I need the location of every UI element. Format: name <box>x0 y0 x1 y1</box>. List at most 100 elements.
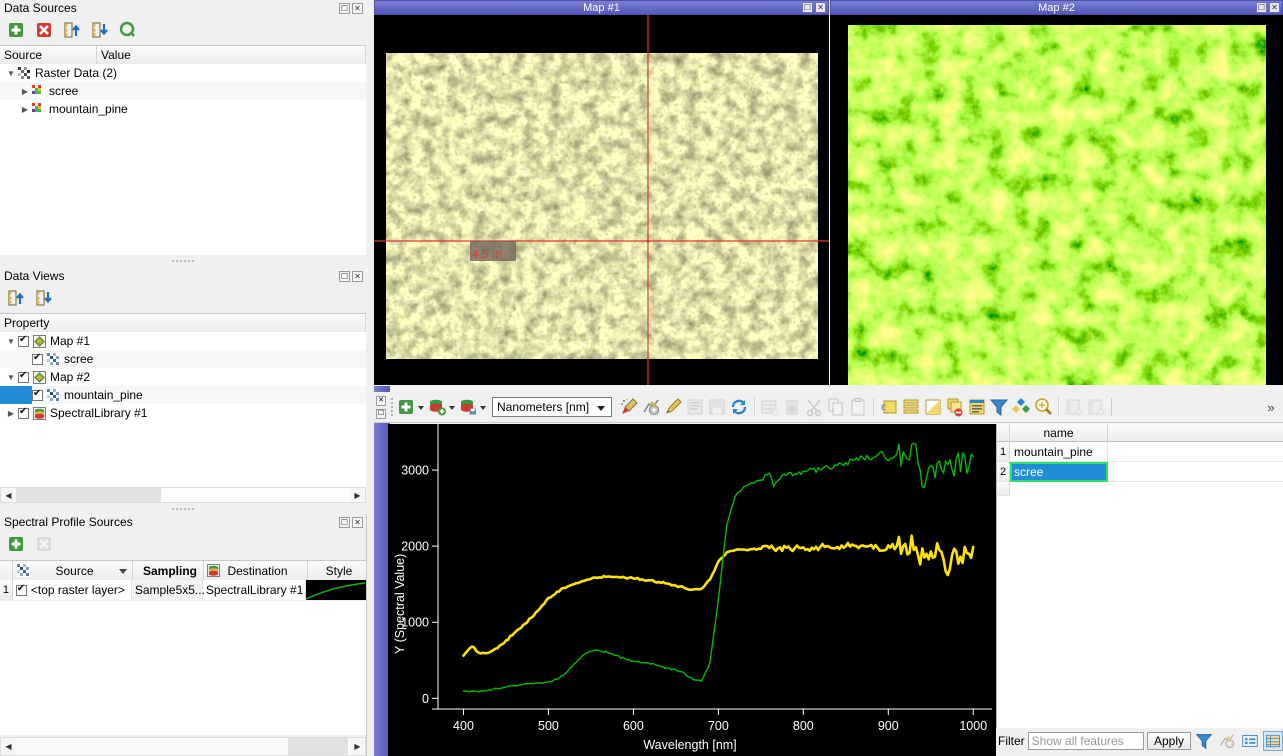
toolbar-dock-buttons[interactable]: ✕ ☐ <box>374 392 388 422</box>
destination-cell[interactable]: SpectralLibrary #1 <box>203 580 306 600</box>
import-speclib-icon[interactable] <box>426 396 448 418</box>
column-header-source[interactable]: Source <box>13 561 133 581</box>
new-field-icon[interactable] <box>1063 396 1085 418</box>
scroll-right-icon[interactable]: ▶ <box>350 738 365 755</box>
enabled-checkbox[interactable] <box>16 585 27 596</box>
find-icon[interactable] <box>117 19 139 41</box>
unit-combo[interactable]: Nanometers [nm] <box>492 397 612 417</box>
chevron-down-icon[interactable] <box>119 569 127 574</box>
scroll-left-icon[interactable]: ◀ <box>1 738 16 755</box>
data-views-tree[interactable]: Map #1 scree Map #2 <box>0 332 366 490</box>
filter-settings-icon[interactable] <box>1217 731 1237 751</box>
spectral-plot[interactable]: 0100020003000 4005006007008009001000 Y (… <box>388 424 992 756</box>
chevron-down-icon[interactable] <box>4 69 18 78</box>
filter-icon[interactable] <box>1194 731 1214 751</box>
visibility-checkbox[interactable] <box>32 354 43 365</box>
add-data-source-icon[interactable] <box>5 19 27 41</box>
chevron-right-icon[interactable] <box>4 409 18 418</box>
table-row[interactable]: 2 scree <box>997 462 1283 482</box>
map-1-title-bar[interactable]: Map #1 ☐ ✕ <box>374 0 829 15</box>
scroll-track[interactable] <box>16 738 350 755</box>
add-profile-source-icon[interactable] <box>5 533 27 555</box>
collapse-tree-icon[interactable] <box>89 19 111 41</box>
export-speclib-dropdown-caret[interactable] <box>479 396 488 418</box>
float-icon[interactable]: ☐ <box>376 409 386 419</box>
set-colors-icon[interactable] <box>618 396 640 418</box>
chevron-down-icon[interactable] <box>4 337 18 346</box>
expand-tree-icon[interactable] <box>61 19 83 41</box>
delete-field-icon[interactable] <box>1085 396 1107 418</box>
remove-data-source-icon[interactable] <box>33 19 55 41</box>
add-profile-icon[interactable] <box>395 396 417 418</box>
sampling-cell[interactable]: Sample5x5... <box>132 580 203 600</box>
paste-features-icon[interactable] <box>847 396 869 418</box>
style-cell[interactable] <box>306 580 366 600</box>
zoom-to-selection-icon[interactable] <box>1032 396 1054 418</box>
table-row[interactable]: 1 mountain_pine <box>997 442 1283 462</box>
column-header-sampling[interactable]: Sampling <box>133 561 204 581</box>
column-header-destination[interactable]: Destination <box>204 561 308 581</box>
scroll-right-icon[interactable]: ▶ <box>350 488 365 502</box>
close-icon[interactable]: ✕ <box>352 271 363 282</box>
column-header-value[interactable]: Value <box>97 46 366 64</box>
attribute-table[interactable]: name 1 mountain_pine 2 scree <box>996 424 1283 728</box>
add-feature-icon[interactable] <box>759 396 781 418</box>
visibility-checkbox[interactable] <box>32 390 43 401</box>
data-sources-tree[interactable]: Raster Data (2) scree mountain_pine <box>0 64 366 255</box>
float-icon[interactable]: ☐ <box>339 3 350 14</box>
close-icon[interactable]: ✕ <box>1269 2 1280 13</box>
visibility-checkbox[interactable] <box>18 336 29 347</box>
scroll-left-icon[interactable]: ◀ <box>1 488 16 502</box>
add-profile-dropdown-caret[interactable] <box>417 396 426 418</box>
data-views-row-mountain-pine[interactable]: mountain_pine <box>0 386 366 404</box>
tree-row-raster-data[interactable]: Raster Data (2) <box>0 64 366 82</box>
column-header-source[interactable]: Source <box>0 46 97 64</box>
save-edits-icon[interactable] <box>706 396 728 418</box>
data-views-row-scree[interactable]: scree <box>0 350 366 368</box>
chevron-right-icon[interactable] <box>18 105 32 114</box>
profile-settings-icon[interactable] <box>640 396 662 418</box>
save-layer-edits-icon[interactable] <box>684 396 706 418</box>
select-all-icon[interactable] <box>900 396 922 418</box>
close-icon[interactable]: ✕ <box>815 2 826 13</box>
select-by-expression-icon[interactable] <box>966 396 988 418</box>
tree-row-mountain-pine[interactable]: mountain_pine <box>0 100 366 118</box>
form-view-icon[interactable] <box>1240 731 1260 751</box>
toolbar-grip[interactable] <box>388 396 395 418</box>
expand-tree-icon[interactable] <box>5 287 27 309</box>
close-icon[interactable]: ✕ <box>352 517 363 528</box>
data-views-row-spectrallibrary[interactable]: SpectralLibrary #1 <box>0 404 366 422</box>
data-views-row-map2[interactable]: Map #2 <box>0 368 366 386</box>
filter-input[interactable]: Show all features <box>1028 732 1144 750</box>
table-view-icon[interactable] <box>1263 731 1283 751</box>
panel-splitter[interactable] <box>0 258 366 264</box>
profile-sources-row-1[interactable]: 1 <top raster layer> Sample5x5... Spectr… <box>0 580 366 600</box>
float-icon[interactable]: ☐ <box>339 271 350 282</box>
map-2-title-bar[interactable]: Map #2 ☐ ✕ <box>830 0 1283 15</box>
panel-splitter[interactable] <box>0 506 366 512</box>
apply-button[interactable]: Apply <box>1147 732 1191 750</box>
profile-source-cell[interactable]: <top raster layer> <box>13 580 132 600</box>
float-icon[interactable]: ☐ <box>802 2 813 13</box>
visibility-checkbox[interactable] <box>18 408 29 419</box>
map-2-canvas[interactable] <box>830 15 1283 385</box>
float-icon[interactable]: ☐ <box>339 517 350 528</box>
toggle-editing-icon[interactable] <box>662 396 684 418</box>
data-views-hscrollbar[interactable]: ◀ ▶ <box>0 487 366 503</box>
column-header-name[interactable]: name <box>1010 424 1108 442</box>
close-icon[interactable]: ✕ <box>352 3 363 14</box>
column-header-style[interactable]: Style <box>308 561 366 581</box>
map-1-canvas[interactable]: 4.5 m <box>374 15 829 385</box>
data-views-row-map1[interactable]: Map #1 <box>0 332 366 350</box>
visibility-checkbox[interactable] <box>18 372 29 383</box>
chevron-down-icon[interactable] <box>4 373 18 382</box>
close-icon[interactable]: ✕ <box>376 396 386 406</box>
invert-selection-icon[interactable] <box>922 396 944 418</box>
chevron-right-icon[interactable] <box>18 87 32 96</box>
remove-profile-source-icon[interactable] <box>33 533 55 555</box>
profile-sources-hscrollbar[interactable]: ◀ ▶ <box>0 737 366 756</box>
scroll-track[interactable] <box>16 488 350 502</box>
float-icon[interactable]: ☐ <box>1256 2 1267 13</box>
filter-icon[interactable] <box>988 396 1010 418</box>
cut-features-icon[interactable] <box>803 396 825 418</box>
